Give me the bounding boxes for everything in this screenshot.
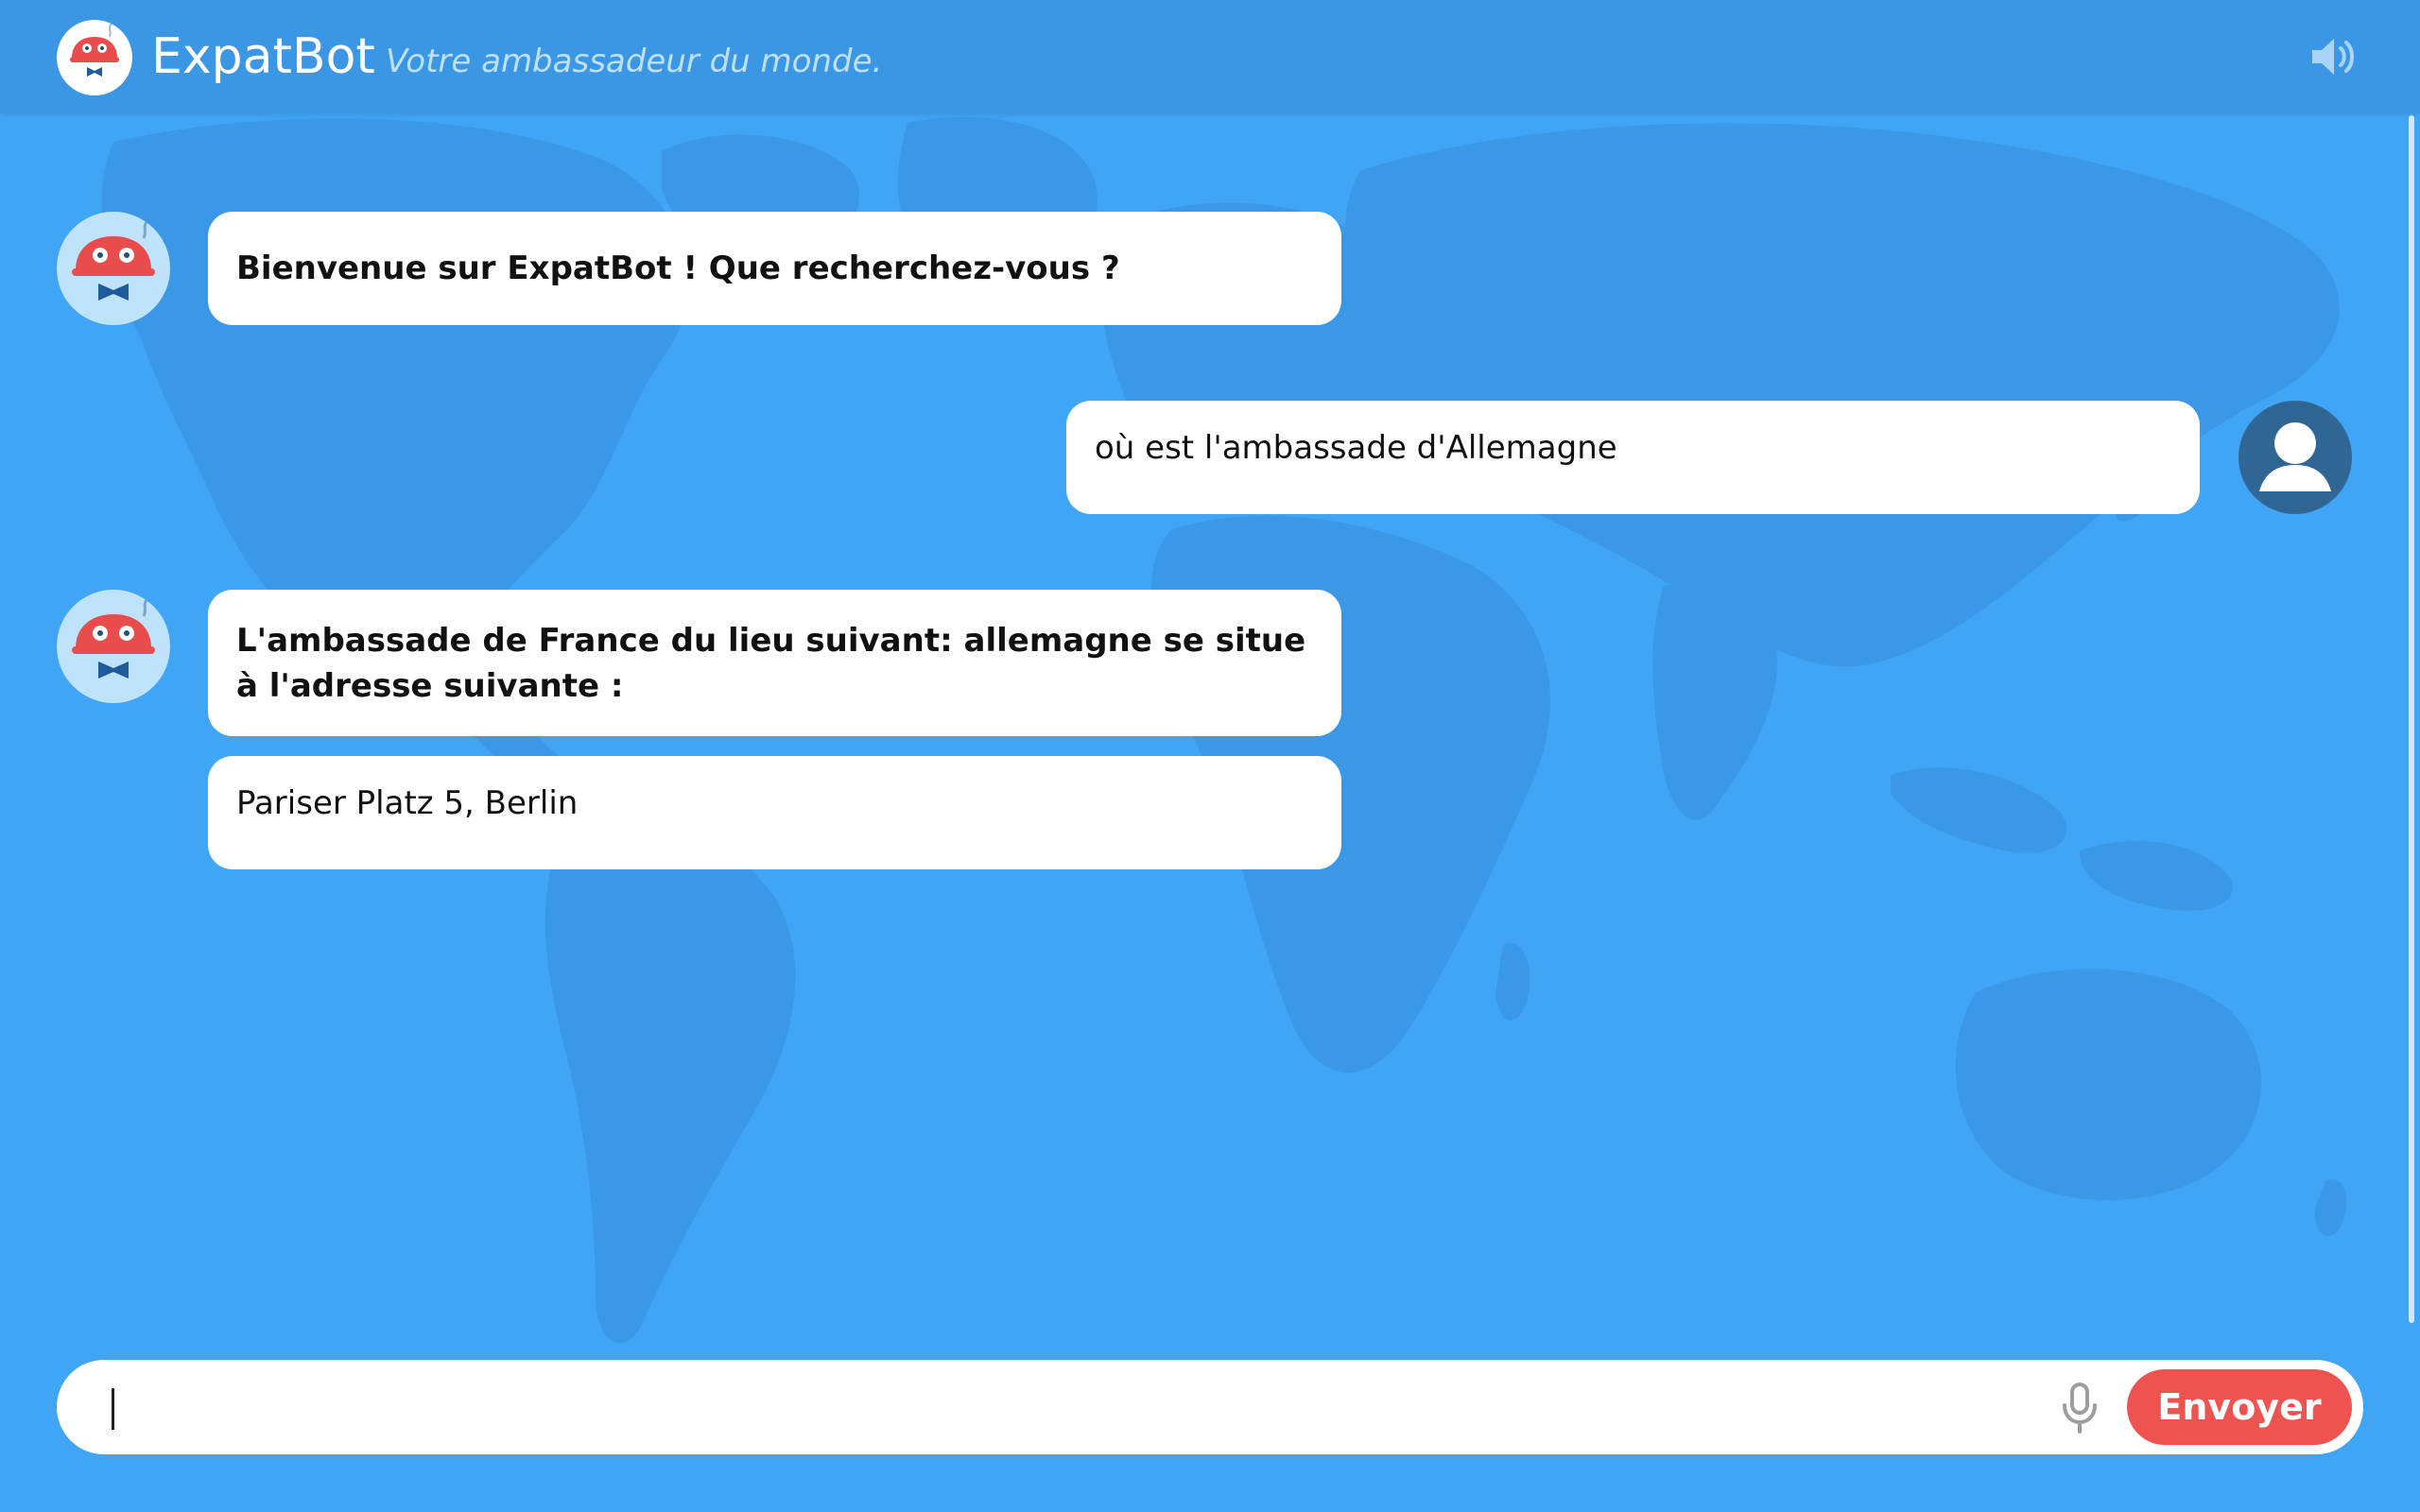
- send-button[interactable]: Envoyer: [2127, 1369, 2352, 1445]
- message-composer: Envoyer: [57, 1360, 2363, 1454]
- text-caret: [112, 1388, 114, 1430]
- bot-avatar: [57, 590, 170, 703]
- robot-mascot-icon: [57, 20, 132, 95]
- message-text: où est l'ambassade d'Allemagne: [1095, 429, 1617, 467]
- message-input[interactable]: [110, 1369, 2042, 1447]
- speaker-icon[interactable]: [2307, 30, 2360, 83]
- bot-message: Bienvenue sur ExpatBot ! Que recherchez-…: [208, 212, 1341, 325]
- bot-message: L'ambassade de France du lieu suivant: a…: [208, 590, 1341, 736]
- scrollbar[interactable]: [2409, 115, 2414, 1323]
- bot-message: Pariser Platz 5, Berlin: [208, 756, 1341, 869]
- chat-app: ExpatBot Votre ambassadeur du monde. Bie…: [0, 0, 2420, 1512]
- robot-mascot-icon: [72, 597, 155, 679]
- message-text: Pariser Platz 5, Berlin: [236, 784, 579, 822]
- user-message: où est l'ambassade d'Allemagne: [1066, 401, 2200, 514]
- message-text: Bienvenue sur ExpatBot ! Que recherchez-…: [236, 249, 1120, 287]
- bot-avatar: [57, 212, 170, 325]
- app-tagline: Votre ambassadeur du monde.: [386, 43, 883, 80]
- user-avatar-icon: [2238, 401, 2352, 514]
- message-text: L'ambassade de France du lieu suivant: a…: [236, 621, 1306, 705]
- robot-mascot-icon: [72, 219, 155, 301]
- app-header: ExpatBot Votre ambassadeur du monde.: [0, 0, 2420, 112]
- app-title: ExpatBot: [151, 28, 375, 85]
- microphone-icon[interactable]: [2051, 1379, 2108, 1435]
